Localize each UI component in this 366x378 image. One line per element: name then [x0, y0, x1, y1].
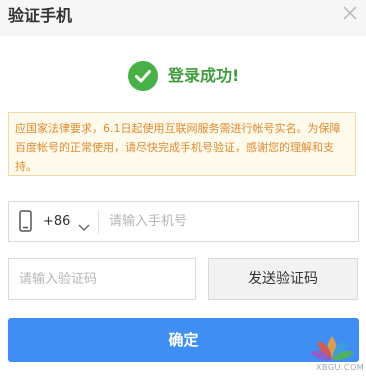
- chevron-down-icon[interactable]: [78, 217, 90, 231]
- phone-number-field: +86: [8, 201, 359, 242]
- phone-number-input[interactable]: [105, 203, 359, 240]
- close-icon[interactable]: [342, 5, 358, 21]
- dialog-header: 验证手机: [0, 0, 366, 36]
- watermark-text: XBGU.COM: [316, 363, 365, 372]
- checkmark-circle-icon: [128, 61, 158, 91]
- real-name-notice: 应国家法律要求，6.1日起使用互联网服务需进行帐号实名。为保障百度帐号的正常使用…: [8, 112, 356, 176]
- country-code-selector[interactable]: +86: [43, 202, 70, 241]
- send-code-button[interactable]: 发送验证码: [208, 258, 358, 300]
- login-success-status: 登录成功!: [128, 61, 258, 91]
- field-divider: [98, 210, 99, 234]
- verification-code-input[interactable]: [8, 258, 196, 300]
- phone-icon: [19, 210, 32, 232]
- verify-phone-dialog: 验证手机 登录成功! 应国家法律要求，6.1日起使用互联网服务需进行帐号实名。为…: [0, 0, 366, 378]
- login-success-text: 登录成功!: [168, 66, 240, 85]
- dialog-title: 验证手机: [8, 6, 73, 25]
